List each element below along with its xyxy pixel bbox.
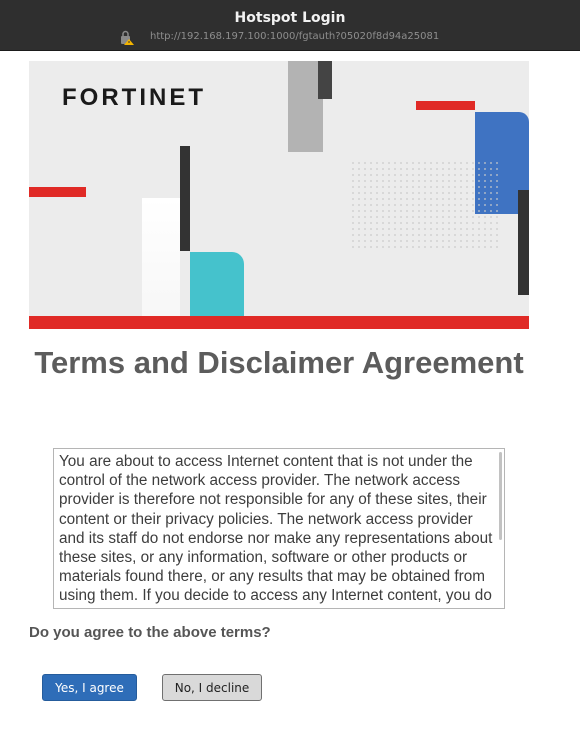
terms-textbox[interactable]: You are about to access Internet content… — [53, 448, 505, 609]
banner-cyan-block — [190, 252, 244, 316]
agree-question: Do you agree to the above terms? — [29, 624, 271, 641]
banner-top-dark-bar — [318, 61, 332, 99]
banner-red-dash-left — [29, 187, 86, 197]
banner-red-dash-top — [416, 101, 475, 110]
address-bar[interactable]: http://192.168.197.100:1000/fgtauth?0502… — [120, 30, 580, 46]
fortinet-logo: FORTINET — [62, 84, 206, 111]
banner-dot-pattern — [351, 161, 501, 251]
insecure-lock-icon[interactable] — [120, 30, 136, 46]
terms-scrollbar[interactable] — [499, 452, 502, 540]
decline-button[interactable]: No, I decline — [162, 674, 262, 701]
banner-white-block — [142, 198, 180, 316]
banner-right-dark-bar — [518, 190, 529, 295]
terms-text: You are about to access Internet content… — [59, 453, 493, 608]
window-titlebar: Hotspot Login http://192.168.197.100:100… — [0, 0, 580, 51]
banner-bottom-red-strip — [29, 316, 529, 329]
window-title: Hotspot Login — [234, 10, 346, 26]
url-text[interactable]: http://192.168.197.100:1000/fgtauth?0502… — [150, 31, 439, 42]
agree-button[interactable]: Yes, I agree — [42, 674, 137, 701]
banner-left-dark-bar — [180, 146, 190, 251]
page-heading: Terms and Disclaimer Agreement — [34, 345, 524, 380]
fortinet-banner: FORTINET — [29, 61, 529, 329]
